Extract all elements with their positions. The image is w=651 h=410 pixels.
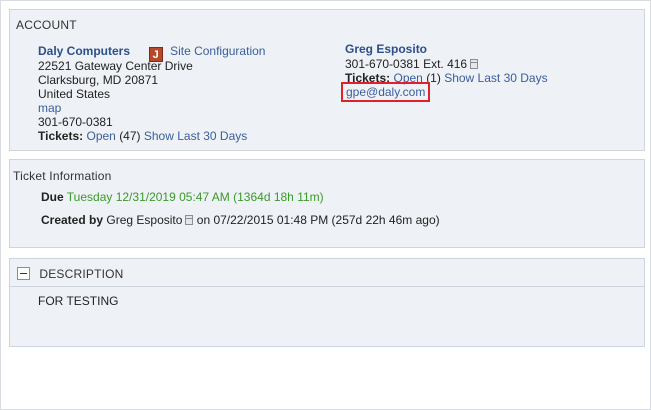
description-header: DESCRIPTION (39, 267, 124, 281)
created-by-name: Greg Esposito (106, 213, 183, 227)
account-open-tickets-link[interactable]: Open (86, 129, 115, 143)
description-header-row: DESCRIPTION (17, 267, 124, 281)
description-text: FOR TESTING (38, 294, 119, 308)
ticket-info-panel: Ticket Information Due Tuesday 12/31/201… (9, 159, 645, 248)
calendar-icon[interactable] (470, 59, 479, 69)
site-configuration-link[interactable]: Site Configuration (170, 44, 265, 58)
contact-phone: 301-670-0381 Ext. 416 (345, 57, 468, 71)
account-address2: Clarksburg, MD 20871 (38, 73, 159, 87)
description-panel: DESCRIPTION FOR TESTING (9, 258, 645, 347)
account-show-last-30-link[interactable]: Show Last 30 Days (144, 129, 247, 143)
company-name-link[interactable]: Daly Computers (38, 44, 130, 58)
contact-email-link[interactable]: gpe@daly.com (341, 82, 431, 102)
description-divider (10, 286, 644, 287)
ticket-detail-frame: ACCOUNT Daly Computers J Site Configurat… (0, 0, 651, 410)
contact-name-link[interactable]: Greg Esposito (345, 42, 427, 56)
account-country: United States (38, 87, 111, 101)
due-label: Due (41, 190, 64, 204)
account-header: ACCOUNT (16, 18, 77, 32)
created-on-value: on 07/22/2015 01:48 PM (257d 22h 46m ago… (196, 213, 440, 227)
contact-phone-line: 301-670-0381 Ext. 416 (345, 57, 479, 71)
contact-email-highlight: gpe@daly.com (341, 82, 431, 102)
map-link[interactable]: map (38, 101, 61, 115)
account-phone: 301-670-0381 (38, 115, 113, 129)
contact-show-last-30-link[interactable]: Show Last 30 Days (444, 71, 547, 85)
created-line: Created by Greg Esposito on 07/22/2015 0… (41, 213, 440, 227)
account-panel: ACCOUNT Daly Computers J Site Configurat… (9, 9, 645, 151)
account-tickets-label: Tickets: (38, 129, 84, 143)
calendar-icon[interactable] (185, 215, 194, 225)
account-address1: 22521 Gateway Center Drive (38, 59, 193, 73)
created-by-label: Created by (41, 213, 104, 227)
account-tickets-line: Tickets: Open (47) Show Last 30 Days (38, 129, 247, 143)
account-open-count: (47) (119, 129, 141, 143)
collapse-minus-icon[interactable] (17, 267, 30, 280)
due-value: Tuesday 12/31/2019 05:47 AM (1364d 18h 1… (66, 190, 324, 204)
ticket-info-header: Ticket Information (13, 169, 112, 183)
due-line: Due Tuesday 12/31/2019 05:47 AM (1364d 1… (41, 190, 324, 204)
